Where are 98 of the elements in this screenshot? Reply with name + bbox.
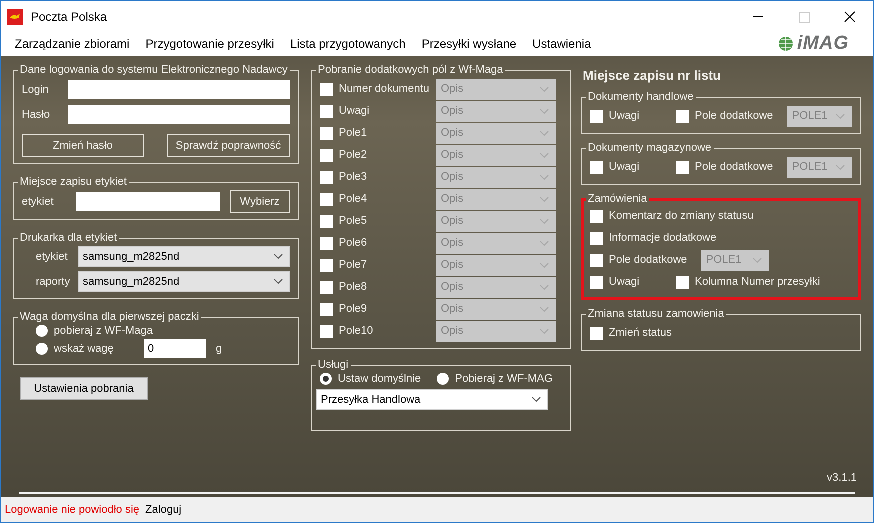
checkbox-label: Zmień status — [609, 327, 672, 339]
radio-label: Ustaw domyślnie — [338, 373, 422, 385]
group-title: Zmiana statusu zamowienia — [587, 308, 726, 320]
field-label: Login — [22, 84, 50, 96]
field-label: etykiet — [22, 196, 55, 208]
logo-text: iMAG — [797, 33, 849, 55]
checkbox-label: Pole4 — [339, 193, 368, 205]
menu-item[interactable]: Zarządzanie zbiorami — [7, 34, 138, 54]
menu-item[interactable]: Przesyłki wysłane — [414, 34, 525, 54]
input-field[interactable] — [68, 80, 290, 99]
radio-button[interactable] — [36, 325, 48, 337]
dropdown[interactable]: Przesyłka Handlowa — [316, 389, 548, 410]
checkbox-label: Uwagi — [609, 161, 640, 173]
form-button[interactable]: Sprawdź poprawność — [167, 134, 290, 157]
chevron-icon — [532, 397, 541, 402]
chevron-icon — [540, 218, 549, 224]
checkbox[interactable] — [676, 276, 689, 288]
choose-button[interactable]: Wybierz — [230, 190, 290, 213]
version-label: v3.1.1 — [827, 472, 857, 484]
checkbox-label: Pole10 — [339, 325, 374, 337]
group-title: Usługi — [317, 359, 350, 371]
checkbox[interactable] — [590, 110, 603, 122]
chevron-icon — [540, 130, 549, 136]
dropdown[interactable]: samsung_m2825nd — [78, 271, 290, 292]
field-label: Hasło — [22, 108, 52, 120]
checkbox-label: Pole1 — [339, 127, 368, 139]
radio-label: Pobieraj z WF-MAG — [455, 373, 553, 385]
group-title: Dokumenty magazynowe — [587, 142, 713, 154]
menu-item[interactable]: Lista przygotowanych — [282, 34, 414, 54]
checkbox[interactable] — [590, 276, 603, 288]
radio-label: wskaż wagę — [54, 342, 115, 354]
menu-item[interactable]: Przygotowanie przesyłki — [138, 34, 282, 54]
unit-label: g — [216, 342, 222, 354]
field-label: raporty — [36, 276, 72, 288]
checkbox-label: Kolumna Numer przesyłki — [695, 276, 820, 288]
checkbox-label: Uwagi — [609, 276, 640, 288]
radio-button[interactable] — [437, 373, 450, 385]
checkbox-label: Pole dodatkowe — [609, 254, 688, 266]
checkbox-label: Pole dodatkowe — [695, 110, 774, 122]
checkbox-label: Numer dokumentu — [339, 83, 430, 95]
checkbox-label: Uwagi — [609, 110, 640, 122]
form-button[interactable]: Zmień hasło — [22, 134, 144, 157]
menu-item[interactable]: Ustawienia — [524, 34, 600, 54]
chevron-icon — [540, 196, 549, 202]
checkbox-label: Pole9 — [339, 303, 368, 315]
chevron-icon — [836, 114, 845, 118]
checkbox[interactable] — [590, 210, 603, 222]
checkbox-label: Uwagi — [339, 105, 370, 117]
checkbox-label: Pole5 — [339, 215, 368, 227]
dropdown[interactable]: samsung_m2825nd — [78, 246, 290, 267]
chevron-icon — [540, 174, 549, 180]
chevron-icon — [540, 262, 549, 268]
globe-icon — [778, 36, 794, 52]
checkbox-label: Pole8 — [339, 281, 368, 293]
status-message: Logowanie nie powiodło się — [5, 504, 140, 516]
chevron-icon — [540, 328, 549, 334]
weight-field[interactable]: 0 — [144, 339, 206, 358]
input-field[interactable] — [68, 105, 290, 124]
checkbox-label: Pole6 — [339, 237, 368, 249]
field-label: etykiet — [36, 250, 69, 262]
checkbox-label: Pole3 — [339, 171, 368, 183]
chevron-icon — [836, 164, 845, 170]
chevron-icon — [274, 279, 283, 284]
checkbox-label: Pole dodatkowe — [695, 161, 774, 173]
chevron-icon — [540, 284, 549, 290]
app-icon — [7, 8, 23, 24]
group-title: Zamówienia — [587, 193, 648, 205]
checkbox[interactable] — [676, 160, 689, 174]
group-title: Dane logowania do systemu Elektronicznego Nadawcy — [19, 64, 289, 76]
group-title: Dokumenty handlowe — [587, 91, 695, 103]
radio-button[interactable] — [320, 373, 332, 385]
checkbox-label: Pole7 — [339, 259, 368, 271]
radio-button[interactable] — [36, 342, 48, 354]
chevron-icon — [540, 86, 549, 92]
chevron-icon — [540, 240, 549, 246]
chevron-icon — [540, 108, 549, 114]
download-settings-button[interactable]: Ustawienia pobrania — [20, 377, 148, 400]
login-link[interactable]: Zaloguj — [146, 504, 182, 516]
checkbox[interactable] — [590, 254, 603, 266]
chevron-icon — [540, 152, 549, 158]
checkbox[interactable] — [590, 232, 603, 244]
checkbox[interactable] — [590, 326, 603, 340]
window-title: Poczta Polska — [31, 10, 108, 24]
input-field[interactable] — [76, 192, 220, 211]
chevron-icon — [274, 254, 283, 259]
checkbox[interactable] — [676, 110, 689, 122]
chevron-icon — [540, 306, 549, 312]
group-title: Miejsce zapisu etykiet — [19, 176, 128, 188]
checkbox-label: Pole2 — [339, 149, 368, 161]
checkbox-label: Komentarz do zmiany statusu — [609, 210, 754, 222]
radio-label: pobieraj z WF-Maga — [54, 325, 154, 337]
group-title: Waga domyślna dla pierwszej paczki — [19, 311, 200, 323]
section-title: Miejsce zapisu nr listu — [583, 68, 722, 83]
group-title: Drukarka dla etykiet — [19, 232, 118, 244]
group-title: Pobranie dodatkowych pól z Wf-Maga — [317, 64, 504, 76]
checkbox-label: Informacje dodatkowe — [609, 232, 717, 244]
checkbox[interactable] — [590, 160, 603, 174]
chevron-icon — [753, 258, 762, 262]
